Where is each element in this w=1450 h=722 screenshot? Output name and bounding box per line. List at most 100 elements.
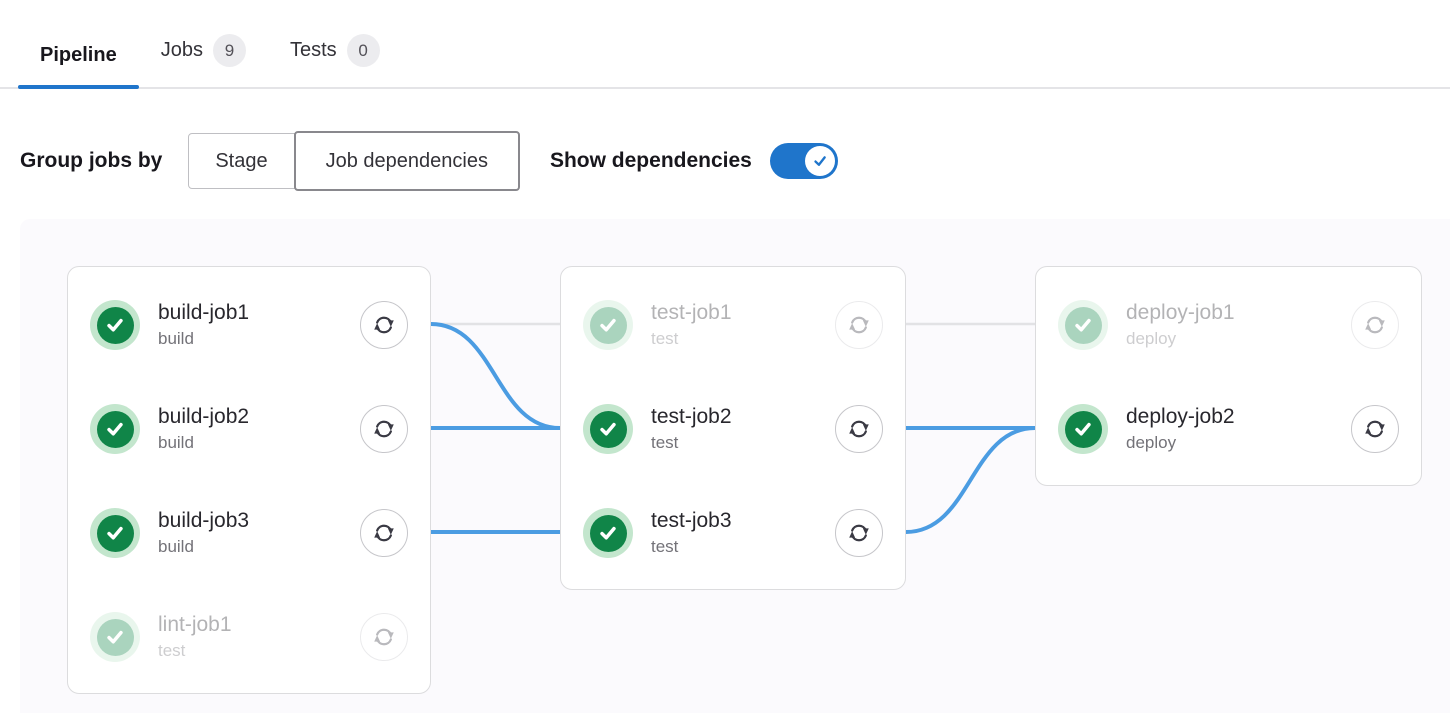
pipeline-tabbar: Pipeline Jobs 9 Tests 0 — [0, 0, 1450, 89]
retry-icon — [371, 416, 397, 442]
job-item[interactable]: build-job2build — [68, 377, 430, 481]
job-item[interactable]: build-job1build — [68, 273, 430, 377]
check-icon — [104, 314, 126, 336]
job-text: deploy-job1deploy — [1126, 300, 1333, 350]
status-success-check-circle-icon — [90, 300, 140, 350]
status-success-inner — [97, 515, 134, 552]
check-icon — [597, 418, 619, 440]
job-text: test-job1test — [651, 300, 817, 350]
retry-icon — [371, 520, 397, 546]
retry-button — [835, 301, 883, 349]
job-text: build-job3build — [158, 508, 342, 558]
check-icon — [104, 626, 126, 648]
status-success-check-circle-icon — [1058, 404, 1108, 454]
job-name: build-job1 — [158, 300, 342, 326]
retry-button[interactable] — [360, 301, 408, 349]
job-text: build-job2build — [158, 404, 342, 454]
retry-button[interactable] — [835, 405, 883, 453]
job-stage-label: test — [651, 328, 817, 350]
job-name: test-job1 — [651, 300, 817, 326]
job-item[interactable]: build-job3build — [68, 481, 430, 585]
tab-jobs-label: Jobs — [161, 39, 203, 62]
retry-button[interactable] — [835, 509, 883, 557]
graph-controls: Group jobs by Stage Job dependencies Sho… — [20, 131, 1450, 191]
retry-button — [360, 613, 408, 661]
job-stage-label: deploy — [1126, 328, 1333, 350]
retry-icon — [1362, 312, 1388, 338]
status-success-inner — [590, 515, 627, 552]
dependency-link — [431, 324, 560, 428]
job-name: build-job2 — [158, 404, 342, 430]
job-stage-label: build — [158, 328, 342, 350]
status-success-check-circle-icon — [583, 404, 633, 454]
retry-button — [1351, 301, 1399, 349]
status-success-inner — [590, 411, 627, 448]
job-group-card: test-job1testtest-job2testtest-job3test — [560, 266, 906, 590]
job-name: build-job3 — [158, 508, 342, 534]
job-group-card: deploy-job1deploydeploy-job2deploy — [1035, 266, 1422, 486]
job-group-card: build-job1buildbuild-job2buildbuild-job3… — [67, 266, 431, 694]
status-success-inner — [1065, 411, 1102, 448]
job-name: deploy-job2 — [1126, 404, 1333, 430]
check-icon — [1072, 314, 1094, 336]
tab-tests[interactable]: Tests 0 — [268, 22, 402, 87]
job-name: lint-job1 — [158, 612, 342, 638]
retry-button[interactable] — [1351, 405, 1399, 453]
retry-icon — [371, 624, 397, 650]
check-icon — [597, 522, 619, 544]
retry-button[interactable] — [360, 509, 408, 557]
group-by-job-dependencies-button[interactable]: Job dependencies — [294, 131, 520, 191]
job-item: lint-job1test — [68, 585, 430, 689]
job-item[interactable]: test-job2test — [561, 377, 905, 481]
check-icon — [104, 418, 126, 440]
status-success-inner — [1065, 307, 1102, 344]
check-icon — [1072, 418, 1094, 440]
job-stage-label: build — [158, 536, 342, 558]
toggle-knob — [805, 146, 835, 176]
check-icon — [104, 522, 126, 544]
status-success-check-circle-icon — [90, 612, 140, 662]
job-item[interactable]: deploy-job2deploy — [1036, 377, 1421, 481]
tests-count-badge: 0 — [347, 34, 380, 67]
tab-pipeline[interactable]: Pipeline — [18, 32, 139, 87]
tab-jobs[interactable]: Jobs 9 — [139, 22, 268, 87]
job-text: test-job3test — [651, 508, 817, 558]
status-success-check-circle-icon — [583, 508, 633, 558]
group-by-segmented-control: Stage Job dependencies — [188, 131, 520, 191]
dependency-link — [906, 428, 1035, 532]
job-item: deploy-job1deploy — [1036, 273, 1421, 377]
retry-icon — [846, 520, 872, 546]
retry-icon — [846, 416, 872, 442]
group-by-stage-button[interactable]: Stage — [188, 133, 294, 189]
status-success-check-circle-icon — [1058, 300, 1108, 350]
tab-tests-label: Tests — [290, 39, 337, 62]
retry-icon — [846, 312, 872, 338]
show-dependencies-toggle[interactable] — [770, 143, 838, 179]
status-success-check-circle-icon — [583, 300, 633, 350]
job-text: deploy-job2deploy — [1126, 404, 1333, 454]
status-success-inner — [97, 619, 134, 656]
status-success-inner — [97, 411, 134, 448]
job-stage-label: test — [158, 640, 342, 662]
pipeline-graph: build-job1buildbuild-job2buildbuild-job3… — [20, 219, 1450, 713]
status-success-inner — [97, 307, 134, 344]
job-stage-label: deploy — [1126, 432, 1333, 454]
job-stage-label: build — [158, 432, 342, 454]
jobs-count-badge: 9 — [213, 34, 246, 67]
status-success-inner — [590, 307, 627, 344]
retry-icon — [1362, 416, 1388, 442]
job-stage-label: test — [651, 432, 817, 454]
status-success-check-circle-icon — [90, 508, 140, 558]
show-dependencies-label: Show dependencies — [550, 149, 752, 173]
job-name: deploy-job1 — [1126, 300, 1333, 326]
retry-icon — [371, 312, 397, 338]
job-item[interactable]: test-job3test — [561, 481, 905, 585]
job-text: build-job1build — [158, 300, 342, 350]
job-stage-label: test — [651, 536, 817, 558]
status-success-check-circle-icon — [90, 404, 140, 454]
job-item: test-job1test — [561, 273, 905, 377]
tab-pipeline-label: Pipeline — [40, 44, 117, 67]
group-jobs-by-label: Group jobs by — [20, 149, 162, 173]
retry-button[interactable] — [360, 405, 408, 453]
job-name: test-job2 — [651, 404, 817, 430]
